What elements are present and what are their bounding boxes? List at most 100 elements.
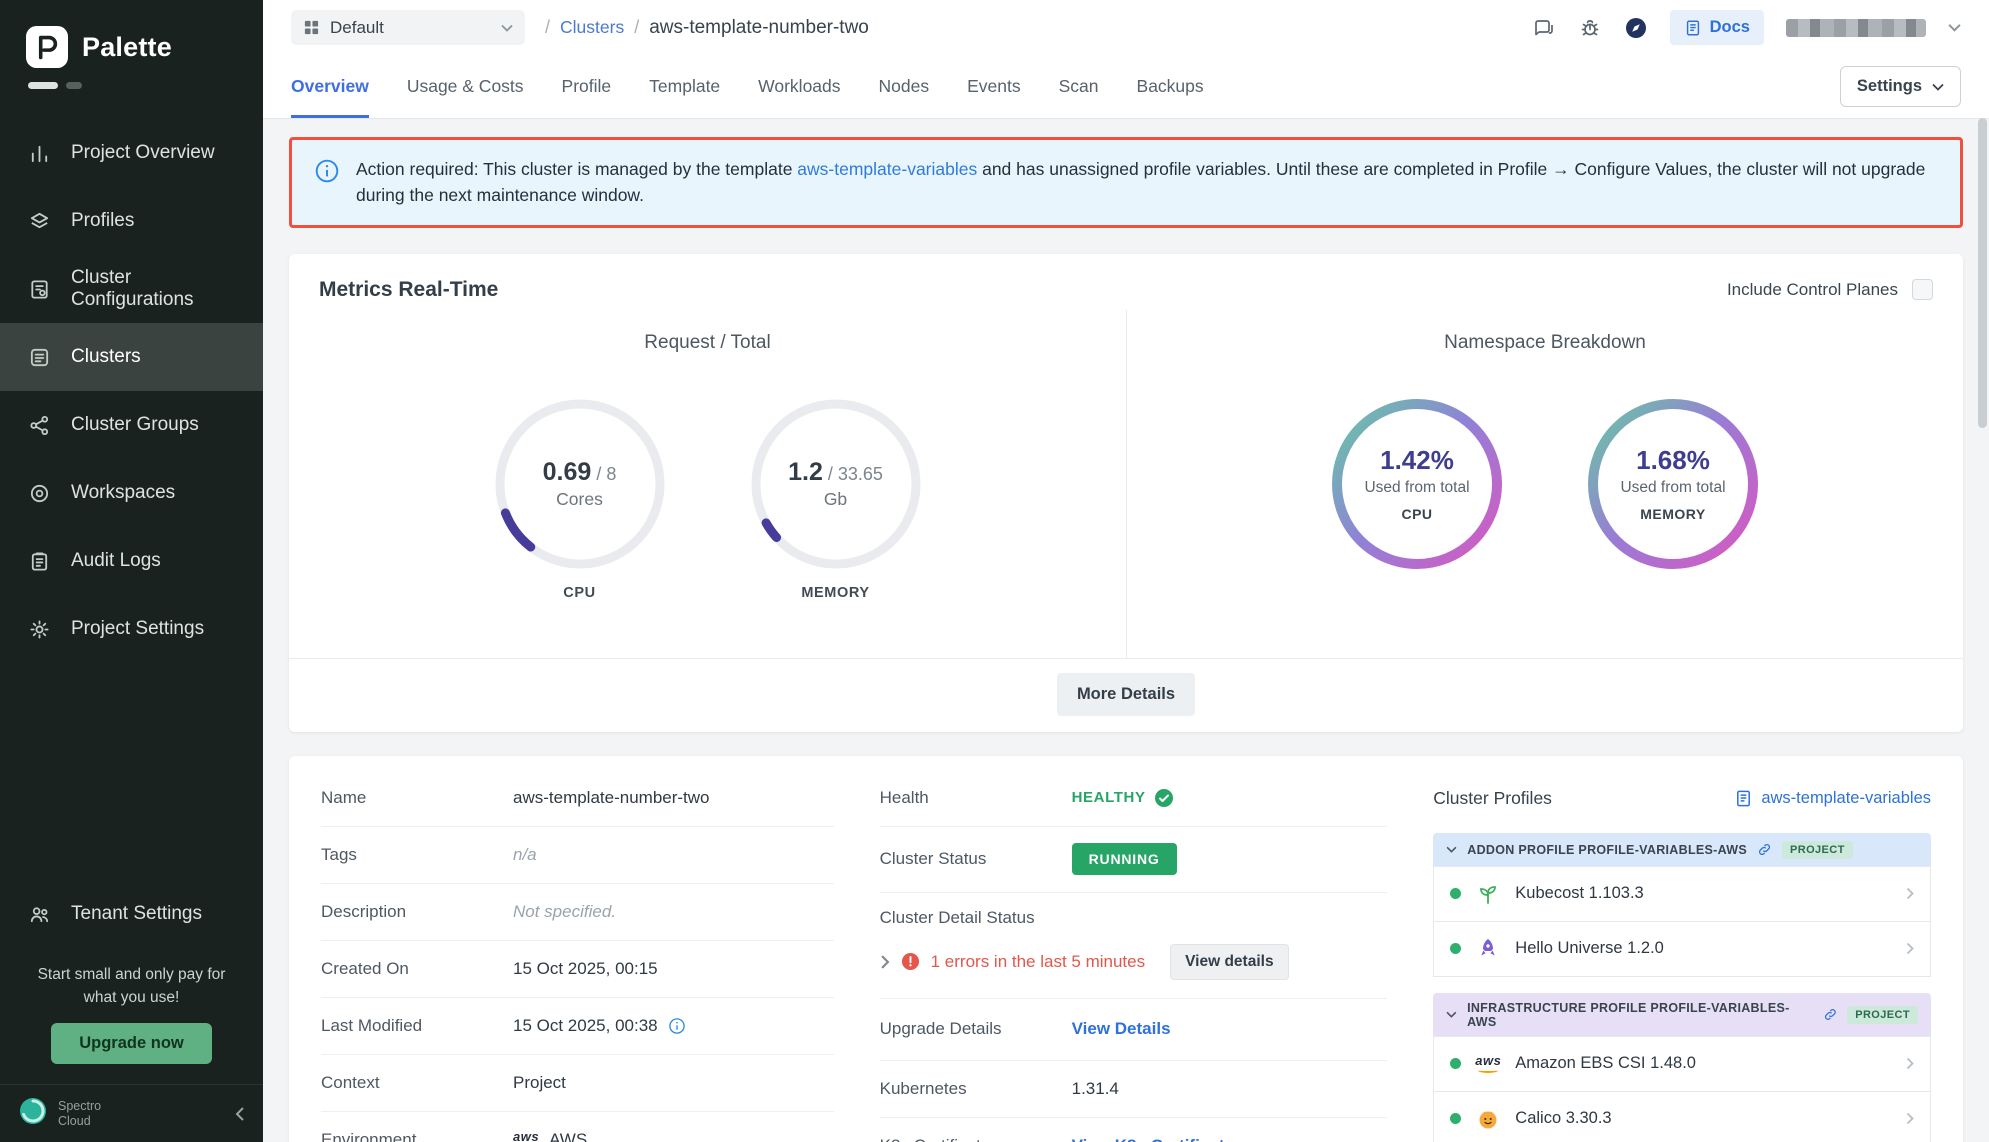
tab-workloads[interactable]: Workloads: [758, 55, 840, 118]
project-scope-badge: PROJECT: [1847, 1006, 1918, 1024]
template-link-label: aws-template-variables: [1761, 789, 1931, 808]
tab-profile[interactable]: Profile: [562, 55, 612, 118]
cpu-total-value: / 8: [596, 464, 616, 484]
pack-item-kubecost[interactable]: Kubecost 1.103.3: [1433, 866, 1931, 922]
field-value: AWS: [549, 1130, 587, 1142]
sidebar-item-project-overview[interactable]: Project Overview: [0, 119, 263, 187]
brand-name: Palette: [82, 32, 172, 63]
page-scrollbar[interactable]: [1978, 118, 1987, 1134]
more-details-button[interactable]: More Details: [1057, 673, 1195, 716]
metrics-realtime-card: Metrics Real-Time Include Control Planes…: [289, 254, 1963, 732]
tab-events[interactable]: Events: [967, 55, 1021, 118]
field-description: Description Not specified.: [321, 884, 834, 941]
link-icon: [1757, 842, 1772, 857]
request-total-title: Request / Total: [289, 332, 1126, 354]
action-required-alert: Action required: This cluster is managed…: [289, 137, 1963, 228]
sidebar-item-label: Cluster Groups: [71, 414, 199, 436]
cluster-profiles-column: Cluster Profiles aws-template-variables …: [1433, 770, 1931, 1142]
template-profile-link[interactable]: aws-template-variables: [1734, 789, 1931, 808]
field-value: 1.31.4: [1072, 1079, 1119, 1099]
calico-icon: [1475, 1106, 1501, 1132]
user-account-redacted[interactable]: [1786, 19, 1926, 37]
breadcrumb-separator: /: [634, 17, 639, 38]
alert-template-link[interactable]: aws-template-variables: [797, 159, 977, 179]
sidebar-item-workspaces[interactable]: Workspaces: [0, 459, 263, 527]
status-dot-icon: [1450, 888, 1461, 899]
tab-usage-costs[interactable]: Usage & Costs: [407, 55, 524, 118]
running-status-badge[interactable]: RUNNING: [1072, 843, 1177, 875]
infrastructure-profile-group-header[interactable]: INFRASTRUCTURE PROFILE PROFILE-VARIABLES…: [1433, 993, 1931, 1037]
tab-nodes[interactable]: Nodes: [879, 55, 930, 118]
project-selector[interactable]: Default: [291, 10, 525, 45]
upgrade-now-button[interactable]: Upgrade now: [51, 1023, 212, 1064]
share-network-icon: [28, 414, 51, 437]
addon-profile-group-header[interactable]: ADDON PROFILE PROFILE-VARIABLES-AWS PROJ…: [1433, 833, 1931, 867]
usage-bar-icon: [66, 82, 82, 89]
pack-item-calico[interactable]: Calico 3.30.3: [1433, 1091, 1931, 1142]
footer-line2: Cloud: [58, 1114, 101, 1129]
grid-icon: [303, 19, 320, 36]
tab-scan[interactable]: Scan: [1059, 55, 1099, 118]
tab-overview[interactable]: Overview: [291, 55, 369, 118]
sidebar-item-project-settings[interactable]: Project Settings: [0, 595, 263, 663]
view-details-button[interactable]: View details: [1170, 944, 1288, 980]
memory-total-value: / 33.65: [828, 464, 883, 484]
compass-icon: [1624, 16, 1648, 40]
kubecost-icon: [1475, 881, 1501, 907]
kubernetes-row: Kubernetes 1.31.4: [880, 1061, 1388, 1118]
pack-name: Amazon EBS CSI 1.48.0: [1515, 1054, 1696, 1073]
account-menu-button[interactable]: [1948, 23, 1961, 32]
sidebar-bottom: Tenant Settings Start small and only pay…: [0, 880, 263, 1142]
errors-text: 1 errors in the last 5 minutes: [931, 952, 1145, 972]
sidebar-item-cluster-configurations[interactable]: Cluster Configurations: [0, 255, 263, 323]
namespace-cpu-label: CPU: [1401, 506, 1432, 522]
cpu-gauge-label: CPU: [492, 585, 668, 601]
expander-chevron-icon[interactable]: [880, 955, 890, 969]
tab-backups[interactable]: Backups: [1137, 55, 1204, 118]
addon-profile-group: ADDON PROFILE PROFILE-VARIABLES-AWS PROJ…: [1433, 833, 1931, 977]
explore-button[interactable]: [1624, 16, 1648, 40]
bug-report-button[interactable]: [1578, 16, 1602, 40]
namespace-breakdown-section: Namespace Breakdown: [1126, 310, 1963, 658]
sidebar-item-profiles[interactable]: Profiles: [0, 187, 263, 255]
field-tags: Tags n/a: [321, 827, 834, 884]
palette-logo-icon: [26, 26, 68, 68]
upgrade-view-details-link[interactable]: View Details: [1072, 1019, 1171, 1039]
bar-chart-icon: [28, 142, 51, 165]
info-icon: [314, 158, 340, 184]
pack-item-amazon-ebs-csi[interactable]: aws Amazon EBS CSI 1.48.0: [1433, 1036, 1931, 1092]
breadcrumb-clusters-link[interactable]: Clusters: [560, 17, 624, 38]
main-area: Default / Clusters / aws-template-number…: [263, 0, 1989, 1142]
sidebar-item-clusters[interactable]: Clusters: [0, 323, 263, 391]
chevron-down-icon: [1932, 83, 1944, 91]
infrastructure-profile-group: INFRASTRUCTURE PROFILE PROFILE-VARIABLES…: [1433, 993, 1931, 1142]
app-root: Palette Project Overview Profiles Cluste…: [0, 0, 1989, 1142]
sidebar-item-audit-logs[interactable]: Audit Logs: [0, 527, 263, 595]
chevron-down-icon: [1446, 1011, 1457, 1018]
brand: Palette: [0, 0, 263, 76]
chevron-right-icon: [1906, 942, 1914, 955]
memory-request-value: 1.2: [788, 458, 823, 486]
scrollbar-thumb[interactable]: [1978, 118, 1987, 428]
field-label: Environment: [321, 1130, 513, 1142]
chevron-down-icon: [1948, 23, 1961, 32]
collapse-sidebar-button[interactable]: [235, 1106, 245, 1122]
pack-name: Calico 3.30.3: [1515, 1109, 1611, 1128]
view-k8s-certificates-link[interactable]: View K8s Certificates: [1072, 1136, 1244, 1142]
namespace-cpu-caption: Used from total: [1364, 479, 1469, 497]
include-control-planes-checkbox[interactable]: [1912, 279, 1933, 300]
tab-template[interactable]: Template: [649, 55, 720, 118]
field-label: Context: [321, 1073, 513, 1093]
info-icon[interactable]: [668, 1017, 686, 1035]
chat-button[interactable]: [1532, 16, 1556, 40]
cluster-status-column: Health HEALTHY Cluster Status RUNNING Cl…: [880, 770, 1388, 1142]
status-dot-icon: [1450, 1113, 1461, 1124]
docs-button[interactable]: Docs: [1670, 10, 1764, 45]
profile-group-name: INFRASTRUCTURE PROFILE PROFILE-VARIABLES…: [1467, 1001, 1812, 1029]
settings-button[interactable]: Settings: [1840, 66, 1961, 107]
error-summary-row: 1 errors in the last 5 minutes View deta…: [880, 944, 1388, 980]
sidebar-item-tenant-settings[interactable]: Tenant Settings: [0, 880, 263, 948]
pack-item-hello-universe[interactable]: Hello Universe 1.2.0: [1433, 921, 1931, 977]
field-context: Context Project: [321, 1055, 834, 1112]
sidebar-item-cluster-groups[interactable]: Cluster Groups: [0, 391, 263, 459]
